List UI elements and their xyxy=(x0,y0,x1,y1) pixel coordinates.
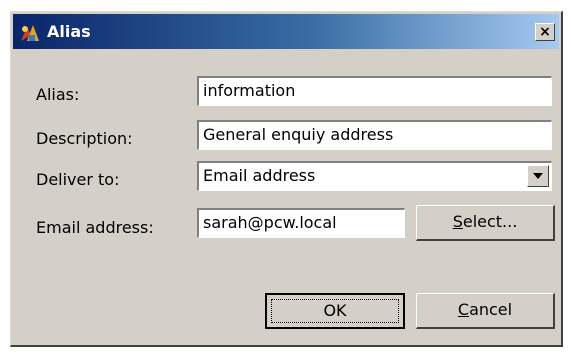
focus-rectangle xyxy=(271,299,399,323)
alias-label: Alias: xyxy=(36,85,80,104)
alias-dialog: Alias × Alias: information Description: … xyxy=(10,11,563,347)
window-title: Alias xyxy=(47,22,91,41)
chevron-down-icon xyxy=(533,173,543,179)
dropdown-button[interactable] xyxy=(527,165,549,187)
cancel-label: ancel xyxy=(469,300,513,319)
ok-button[interactable]: OK xyxy=(265,293,405,329)
email-address-label: Email address: xyxy=(36,218,154,237)
description-label: Description: xyxy=(36,129,133,148)
close-button[interactable]: × xyxy=(535,23,555,41)
cancel-button[interactable]: Cancel xyxy=(416,293,555,329)
select-button[interactable]: Select... xyxy=(416,205,555,241)
alias-app-icon xyxy=(19,21,41,43)
title-bar[interactable]: Alias × xyxy=(13,14,559,49)
select-accel: S xyxy=(452,212,463,231)
email-address-input[interactable]: sarah@pcw.local xyxy=(197,208,405,238)
description-input[interactable]: General enquiy address xyxy=(197,120,552,150)
deliver-to-label: Deliver to: xyxy=(36,170,120,189)
cancel-accel: C xyxy=(457,300,470,319)
close-icon: × xyxy=(539,24,551,40)
alias-input[interactable]: information xyxy=(197,76,552,106)
deliver-to-select[interactable]: Email address xyxy=(197,161,552,191)
select-label: elect... xyxy=(462,212,518,231)
deliver-to-value: Email address xyxy=(203,166,316,185)
